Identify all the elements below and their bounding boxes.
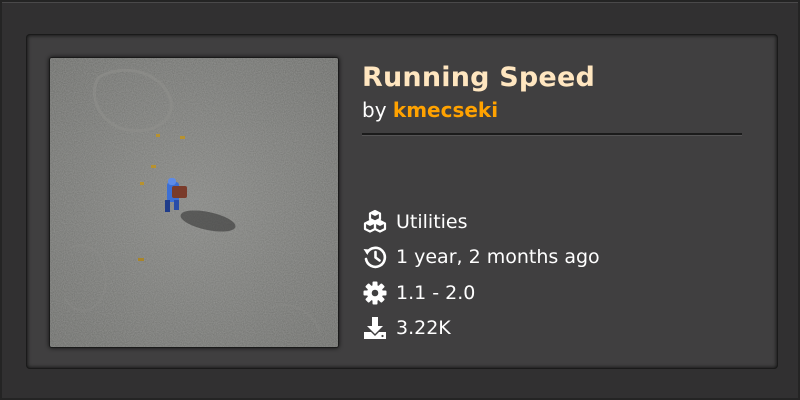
mod-thumbnail[interactable]	[50, 58, 338, 347]
cubes-icon	[362, 209, 388, 235]
thumbnail-image	[50, 58, 338, 347]
divider	[362, 133, 742, 136]
version-label: 1.1 - 2.0	[396, 282, 476, 304]
page-frame: Running Speed by kmecseki Utilities 1 ye…	[0, 0, 800, 400]
author-link[interactable]: kmecseki	[393, 98, 498, 122]
mod-info: Running Speed by kmecseki Utilities 1 ye…	[362, 58, 742, 347]
download-icon	[362, 315, 388, 341]
updated-row: 1 year, 2 months ago	[362, 243, 600, 271]
by-prefix: by	[362, 98, 387, 122]
category-row: Utilities	[362, 208, 468, 236]
downloads-row: 3.22K	[362, 314, 451, 342]
mod-title[interactable]: Running Speed	[362, 62, 595, 93]
history-icon	[362, 244, 388, 270]
version-row: 1.1 - 2.0	[362, 279, 475, 307]
gear-icon	[362, 280, 388, 306]
mod-byline: by kmecseki	[362, 98, 498, 122]
mod-card: Running Speed by kmecseki Utilities 1 ye…	[26, 34, 778, 369]
updated-label: 1 year, 2 months ago	[396, 246, 600, 268]
downloads-label: 3.22K	[396, 317, 451, 339]
category-label[interactable]: Utilities	[396, 211, 468, 233]
